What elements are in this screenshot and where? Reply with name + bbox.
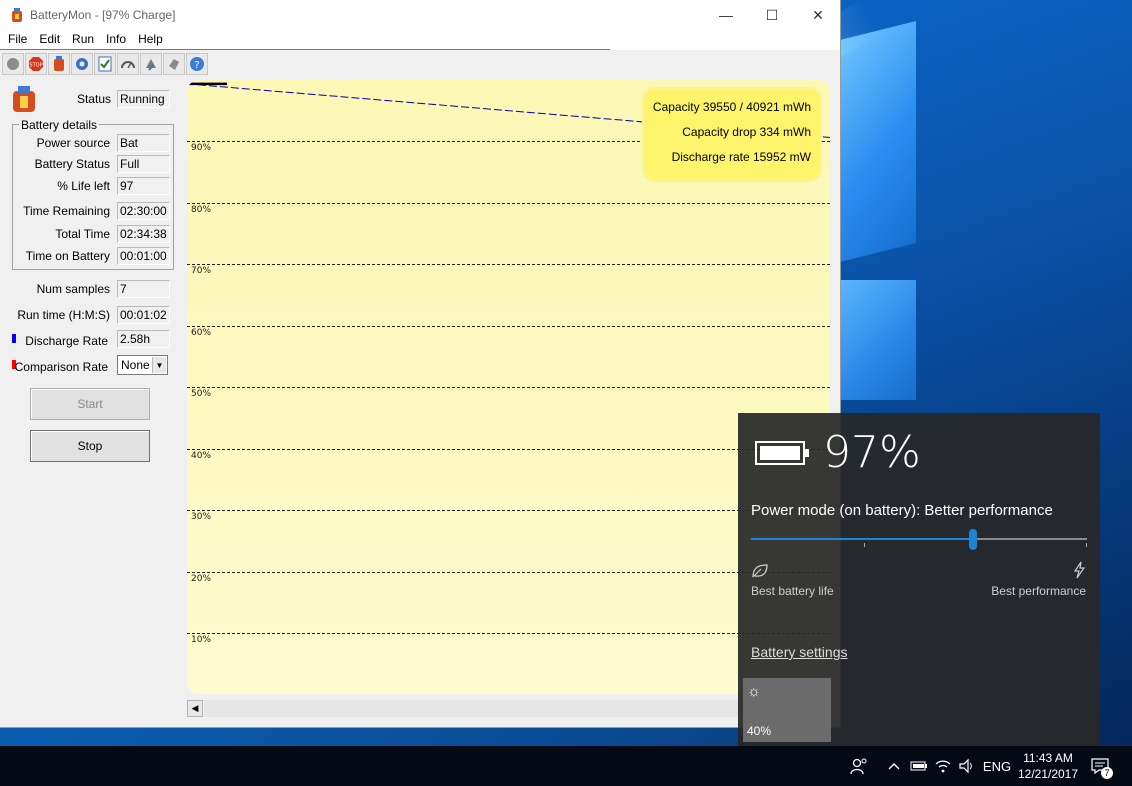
settings-icon[interactable] <box>71 53 93 75</box>
battery-tray-icon[interactable] <box>908 746 930 786</box>
brightness-tile[interactable]: ☼ 40% <box>743 678 831 742</box>
battery-icon[interactable] <box>48 53 70 75</box>
checklist-icon[interactable] <box>94 53 116 75</box>
slider-tick <box>864 543 865 547</box>
status-label: Status <box>76 92 111 106</box>
discharge-rate-text: Discharge rate 15952 mW <box>671 150 811 164</box>
stop-button[interactable]: Stop <box>30 430 150 462</box>
discharge-rate-value: 2.58h <box>117 330 170 348</box>
menu-run[interactable]: Run <box>66 30 100 49</box>
refresh-icon[interactable] <box>140 53 162 75</box>
num-samples-value: 7 <box>117 280 170 298</box>
svg-text:STOP: STOP <box>29 63 42 69</box>
chart-info-box: Capacity 39550 / 40921 mWh Capacity drop… <box>645 90 819 179</box>
best-battery-life-label: Best battery life <box>751 584 834 598</box>
maximize-button[interactable]: ☐ <box>749 0 795 30</box>
life-left-label: % Life left <box>57 179 110 193</box>
life-left-value: 97 <box>117 177 170 195</box>
scroll-track[interactable] <box>204 700 747 717</box>
capacity-drop-text: Capacity drop 334 mWh <box>682 125 811 139</box>
menu-help[interactable]: Help <box>132 30 169 49</box>
battery-settings-link[interactable]: Battery settings <box>751 644 848 660</box>
run-time-value: 00:01:02 <box>117 306 170 324</box>
lightning-icon <box>1072 561 1086 584</box>
battery-flyout: 97% Power mode (on battery): Better perf… <box>738 413 1100 746</box>
capacity-text: Capacity 39550 / 40921 mWh <box>652 100 811 114</box>
minimize-button[interactable]: — <box>703 0 749 30</box>
chevron-up-icon[interactable] <box>884 746 904 786</box>
clock-date: 12/21/2017 <box>1017 767 1079 781</box>
comparison-rate-select[interactable]: None ▼ <box>117 355 168 375</box>
time-on-battery-label: Time on Battery <box>25 249 110 263</box>
leaf-icon <box>751 563 769 583</box>
notification-count-badge: 7 <box>1101 767 1113 779</box>
batterymon-window: BatteryMon - [97% Charge] — ☐ ✕ File Edi… <box>0 0 841 728</box>
scroll-left-icon[interactable]: ◀ <box>187 700 203 717</box>
time-remaining-label: Time Remaining <box>23 204 110 218</box>
title-bar[interactable]: BatteryMon - [97% Charge] — ☐ ✕ <box>0 0 840 30</box>
power-mode-slider-thumb[interactable] <box>968 529 977 550</box>
power-source-label: Power source <box>36 136 110 150</box>
battery-status-label: Battery Status <box>34 157 110 171</box>
menu-file[interactable]: File <box>2 30 33 49</box>
language-indicator[interactable]: ENG <box>982 746 1012 786</box>
notification-icon[interactable] <box>1088 746 1112 786</box>
toolbar: STOP ? <box>0 53 209 77</box>
discharge-rate-label: Discharge Rate <box>25 334 108 348</box>
power-mode-slider-fill <box>751 538 973 540</box>
time-remaining-value: 02:30:00 <box>117 202 170 220</box>
gauge-icon[interactable] <box>117 53 139 75</box>
stop-icon[interactable]: STOP <box>25 53 47 75</box>
window-title: BatteryMon - [97% Charge] <box>30 8 176 22</box>
battery-details-title: Battery details <box>19 118 100 132</box>
clock-time: 11:43 AM <box>1023 751 1073 765</box>
total-time-label: Total Time <box>55 227 110 241</box>
power-mode-label: Power mode (on battery): Better performa… <box>751 502 1053 519</box>
menu-divider <box>0 49 610 50</box>
taskbar: ENG 11:43 AM 12/21/2017 7 <box>0 746 1132 786</box>
clock[interactable]: 11:43 AM 12/21/2017 <box>1013 750 1083 782</box>
best-performance-label: Best performance <box>991 584 1086 598</box>
pointer-icon[interactable] <box>163 53 185 75</box>
chevron-down-icon: ▼ <box>152 357 166 373</box>
status-value: Running <box>117 90 170 108</box>
volume-icon[interactable] <box>956 746 978 786</box>
help-icon[interactable]: ? <box>186 53 208 75</box>
svg-text:?: ? <box>194 60 199 71</box>
start-button[interactable]: Start <box>30 388 150 420</box>
horizontal-scrollbar[interactable]: ◀ <box>187 700 747 717</box>
power-source-value: Bat <box>117 134 170 152</box>
wifi-icon[interactable] <box>932 746 954 786</box>
battery-logo-icon <box>13 86 35 112</box>
close-button[interactable]: ✕ <box>795 0 841 30</box>
brightness-value: 40% <box>747 724 772 738</box>
menu-info[interactable]: Info <box>100 30 132 49</box>
battery-level-icon <box>755 441 809 465</box>
comparison-rate-label: Comparison Rate <box>14 360 108 374</box>
slider-tick <box>1086 543 1087 547</box>
battery-status-value: Full <box>117 155 170 173</box>
app-icon <box>12 8 22 22</box>
menu-bar: File Edit Run Info Help <box>0 30 840 50</box>
people-icon[interactable] <box>848 746 870 786</box>
num-samples-label: Num samples <box>36 282 110 296</box>
record-icon[interactable] <box>2 53 24 75</box>
time-on-battery-value: 00:01:00 <box>117 247 170 265</box>
run-time-label: Run time (H:M:S) <box>17 308 110 322</box>
battery-percent: 97% <box>823 427 921 478</box>
menu-edit[interactable]: Edit <box>33 30 66 49</box>
brightness-icon: ☼ <box>747 683 761 700</box>
total-time-value: 02:34:38 <box>117 225 170 243</box>
